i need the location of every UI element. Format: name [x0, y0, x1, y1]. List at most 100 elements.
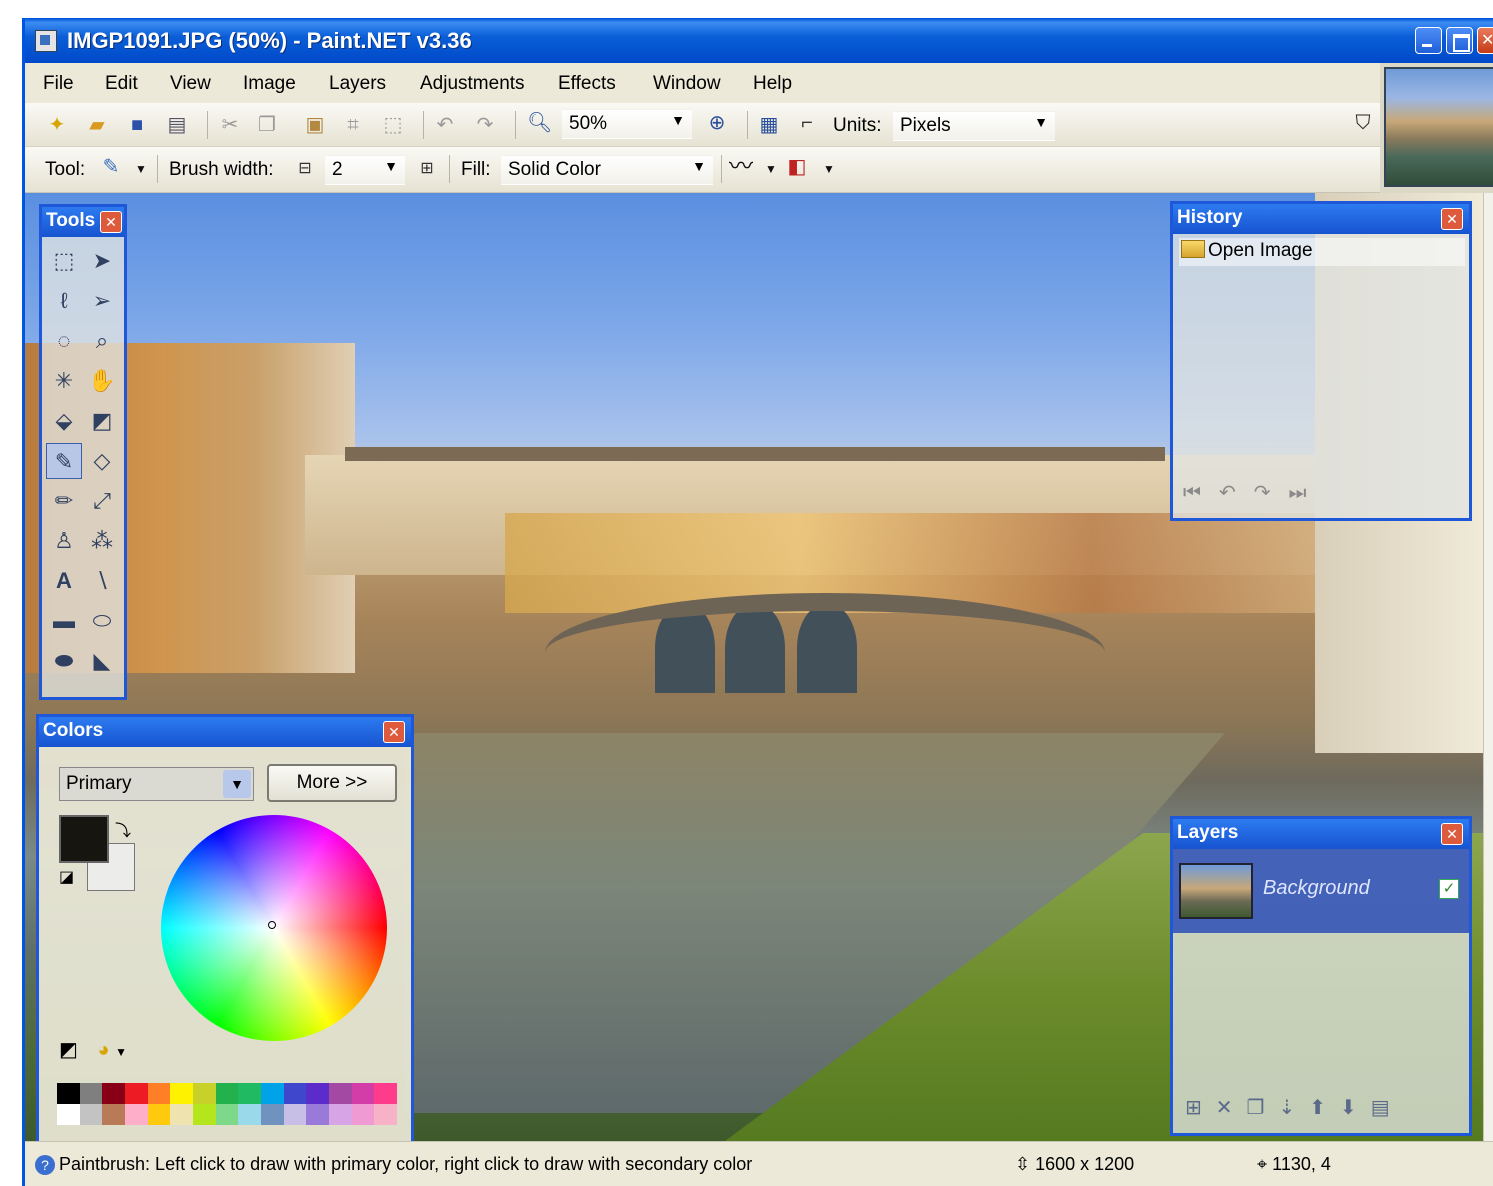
menu-edit[interactable]: Edit [105, 73, 138, 95]
palette-swatch[interactable] [57, 1104, 80, 1125]
title-bar[interactable]: IMGP1091.JPG (50%) - Paint.NET v3.36 [25, 19, 1493, 63]
pan-icon[interactable]: ✋ [84, 363, 120, 399]
text-icon[interactable]: A [46, 563, 82, 599]
history-panel-header[interactable]: History ✕ [1173, 204, 1469, 234]
palette-swatch[interactable] [261, 1104, 284, 1125]
gradient-icon[interactable]: ◩ [84, 403, 120, 439]
palette-swatch[interactable] [125, 1104, 148, 1125]
zoom-icon[interactable]: ⌕ [84, 323, 120, 359]
rectangle-select-icon[interactable]: ⬚ [46, 243, 82, 279]
palette-swatch[interactable] [283, 1083, 307, 1104]
close-icon[interactable]: ✕ [100, 211, 122, 233]
history-item[interactable]: Open Image [1179, 238, 1465, 266]
palette-swatch[interactable] [374, 1104, 398, 1125]
rectangle-icon[interactable]: ▬ [46, 603, 82, 639]
tools-panel-header[interactable]: Tools ✕ [42, 207, 124, 237]
menu-effects[interactable]: Effects [558, 73, 616, 95]
palette-swatch[interactable] [170, 1104, 194, 1125]
color-palette[interactable] [57, 1083, 398, 1125]
eraser-icon[interactable]: ◇ [84, 443, 120, 479]
move-selected-pixels-icon[interactable]: ➤ [84, 243, 120, 279]
more-button[interactable]: More >> [267, 764, 397, 802]
move-selection-icon[interactable]: ➢ [84, 283, 120, 319]
image-thumbnail[interactable] [1380, 63, 1493, 193]
undo-icon[interactable]: ↶ [433, 113, 457, 137]
ellipse-select-icon[interactable]: ◌ [46, 323, 82, 359]
print-icon[interactable]: ▤ [165, 113, 189, 137]
chevron-down-icon[interactable]: ▼ [115, 1045, 127, 1059]
cut-icon[interactable]: ✂ [218, 113, 242, 137]
magic-wand-icon[interactable]: ✳ [46, 363, 82, 399]
grid-icon[interactable]: ▦ [757, 113, 781, 137]
close-icon[interactable]: ✕ [383, 721, 405, 743]
palette-swatch[interactable] [79, 1083, 103, 1104]
undo-icon[interactable]: ↶ [1219, 482, 1254, 504]
paintbrush-tool-icon[interactable]: ✎ [46, 443, 82, 479]
palette-swatch[interactable] [306, 1104, 330, 1125]
rulers-icon[interactable]: ⌐ [795, 111, 819, 135]
palette-swatch[interactable] [261, 1083, 284, 1104]
redo-icon[interactable]: ↷ [473, 113, 497, 137]
paintbrush-icon[interactable]: ✎ [99, 155, 123, 179]
menu-adjustments[interactable]: Adjustments [420, 73, 525, 95]
color-picker-icon[interactable]: ⤢ [84, 483, 120, 519]
new-image-icon[interactable]: ✦ [45, 113, 69, 137]
deselect-icon[interactable]: ⬚ [381, 113, 405, 137]
merge-layer-icon[interactable]: ⇣ [1278, 1097, 1309, 1119]
reset-colors-icon[interactable]: ◪ [59, 867, 81, 889]
add-layer-icon[interactable]: ⊞ [1185, 1097, 1216, 1119]
palette-swatch[interactable] [215, 1083, 239, 1104]
fast-forward-icon[interactable]: ⏭ [1289, 482, 1325, 504]
palette-swatch[interactable] [306, 1083, 330, 1104]
line-curve-icon[interactable]: ∖ [84, 563, 120, 599]
maximize-button[interactable] [1446, 27, 1473, 54]
palette-swatch[interactable] [351, 1083, 375, 1104]
menu-layers[interactable]: Layers [329, 73, 386, 95]
close-icon[interactable]: ✕ [1441, 823, 1463, 845]
copy-icon[interactable]: ❐ [255, 113, 279, 137]
menu-view[interactable]: View [170, 73, 211, 95]
paintnet-icon[interactable] [35, 30, 57, 52]
chevron-down-icon[interactable]: ▼ [759, 157, 783, 181]
increase-brush-icon[interactable]: ⊞ [415, 157, 439, 181]
palette-swatch[interactable] [57, 1083, 80, 1104]
menu-help[interactable]: Help [753, 73, 792, 95]
fill-combo[interactable]: Solid Color ▼ [501, 155, 713, 185]
palette-options-icon[interactable]: ◕ [97, 1039, 109, 1061]
palette-swatch[interactable] [102, 1083, 126, 1104]
vertical-scrollbar[interactable] [1483, 193, 1493, 1141]
palette-swatch[interactable] [102, 1104, 126, 1125]
palette-swatch[interactable] [329, 1083, 352, 1104]
paste-icon[interactable]: ▣ [303, 113, 327, 137]
palette-menu-icon[interactable]: ◩ [59, 1039, 78, 1061]
layer-properties-icon[interactable]: ▤ [1371, 1097, 1404, 1119]
clone-stamp-icon[interactable]: ♙ [46, 523, 82, 559]
palette-swatch[interactable] [193, 1104, 216, 1125]
palette-swatch[interactable] [351, 1104, 375, 1125]
layer-visibility-checkbox[interactable]: ✓ [1439, 879, 1459, 899]
palette-swatch[interactable] [283, 1104, 307, 1125]
freeform-shape-icon[interactable]: ◣ [84, 643, 120, 679]
palette-swatch[interactable] [147, 1083, 171, 1104]
crop-to-selection-icon[interactable]: ⌗ [341, 113, 365, 137]
menu-file[interactable]: File [43, 73, 74, 95]
color-mode-select[interactable]: Primary ▼ [59, 767, 254, 801]
blend-mode-icon[interactable]: ◧ [785, 155, 809, 179]
redo-icon[interactable]: ↷ [1254, 482, 1289, 504]
zoom-out-icon[interactable]: 🔍︎ [527, 111, 552, 135]
close-icon[interactable]: ✕ [1441, 208, 1463, 230]
primary-color-swatch[interactable] [59, 815, 109, 863]
swap-colors-icon[interactable]: ⤵ [115, 817, 131, 841]
move-layer-up-icon[interactable]: ⬆ [1309, 1097, 1340, 1119]
toolbar-overflow-icon[interactable]: ⛉ [1351, 111, 1375, 135]
layers-panel-header[interactable]: Layers ✕ [1173, 819, 1469, 849]
rewind-icon[interactable]: ⏮ [1183, 482, 1219, 504]
palette-swatch[interactable] [215, 1104, 239, 1125]
chevron-down-icon[interactable]: ▼ [129, 157, 153, 181]
palette-swatch[interactable] [238, 1104, 262, 1125]
palette-swatch[interactable] [329, 1104, 352, 1125]
resize-grip-icon[interactable] [1482, 1173, 1493, 1186]
palette-swatch[interactable] [170, 1083, 194, 1104]
palette-swatch[interactable] [374, 1083, 398, 1104]
antialiasing-icon[interactable]: 〰 [729, 155, 753, 179]
